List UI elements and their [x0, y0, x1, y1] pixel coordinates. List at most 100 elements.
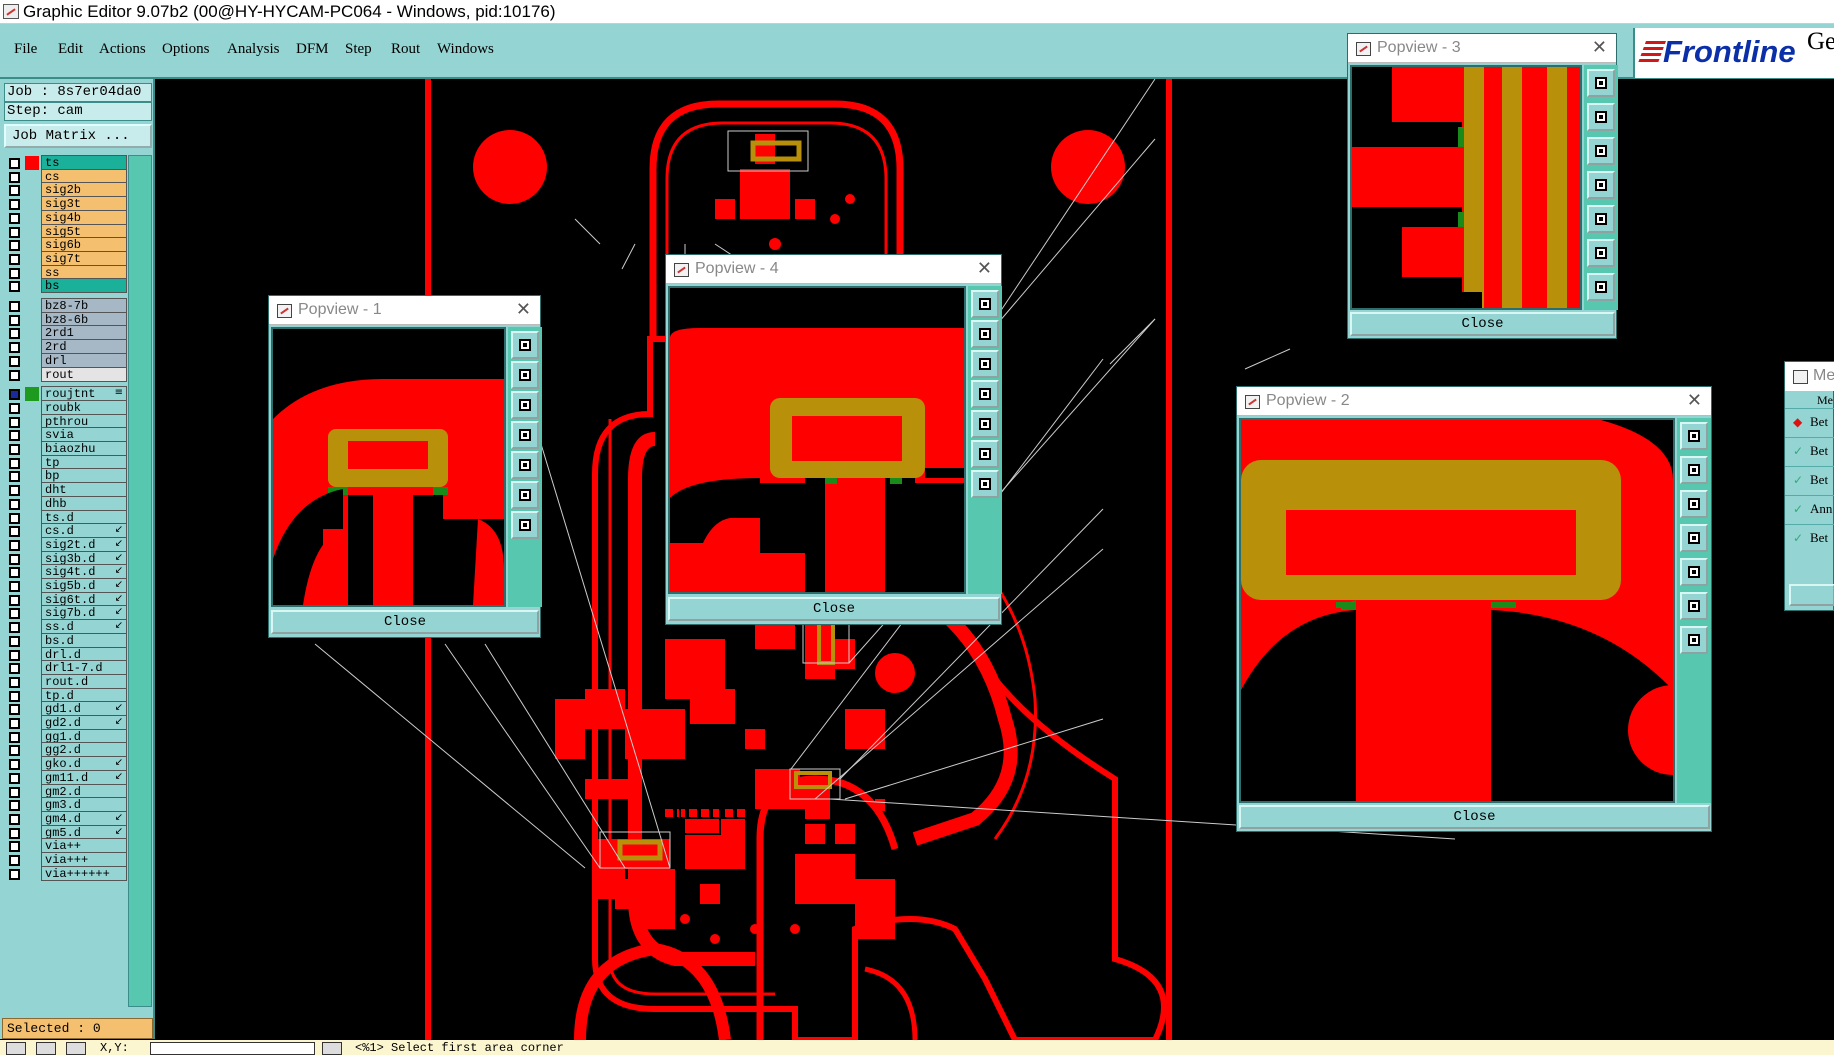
zoom-fit-icon[interactable] [1587, 69, 1615, 97]
zoom-fit-icon[interactable] [971, 290, 999, 318]
popview-4-view[interactable] [668, 286, 966, 594]
layer-checkbox[interactable] [9, 444, 20, 455]
pan-left-icon[interactable] [1587, 171, 1615, 199]
popview-3-close-icon[interactable]: ✕ [1592, 37, 1607, 58]
layer-checkbox[interactable] [9, 253, 20, 265]
pan-right-icon[interactable] [1587, 205, 1615, 233]
layer-checkbox[interactable] [9, 240, 20, 252]
layer-checkbox[interactable] [9, 759, 20, 771]
popview-4-close-button[interactable]: Close [668, 597, 1000, 621]
pan-up-icon[interactable] [1680, 456, 1708, 484]
menu-file[interactable]: File [14, 41, 37, 58]
layer-checkbox[interactable] [9, 581, 20, 592]
layer-checkbox[interactable] [9, 526, 20, 538]
status-button-2[interactable] [36, 1042, 56, 1055]
menu-windows[interactable]: Windows [437, 41, 494, 58]
layer-name[interactable]: via++++++ [41, 865, 127, 881]
zoom-out-icon[interactable] [971, 470, 999, 498]
popview-3-close-button[interactable]: Close [1350, 312, 1615, 336]
layer-checkbox[interactable] [9, 281, 20, 293]
pan-down-icon[interactable] [1587, 137, 1615, 165]
layer-row[interactable]: bs [4, 278, 128, 294]
measure-item[interactable]: ◆ Bet [1785, 408, 1834, 434]
layer-row[interactable]: rout [4, 366, 128, 383]
layer-checkbox[interactable] [9, 457, 20, 469]
layer-checkbox[interactable] [9, 553, 20, 565]
pan-up-icon[interactable] [971, 320, 999, 348]
popview-4-titlebar[interactable]: Popview - 4 ✕ [666, 255, 1001, 284]
pan-right-icon[interactable] [971, 410, 999, 438]
zoom-out-icon[interactable] [1680, 626, 1708, 654]
pan-right-icon[interactable] [1680, 558, 1708, 586]
layer-checkbox[interactable] [9, 772, 20, 784]
popview-1-view[interactable] [271, 327, 506, 607]
pan-up-icon[interactable] [511, 361, 539, 389]
status-button-4[interactable] [322, 1042, 342, 1055]
pan-left-icon[interactable] [1680, 524, 1708, 552]
layer-checkbox[interactable] [9, 471, 20, 483]
layer-checkbox[interactable] [9, 690, 20, 702]
layer-checkbox[interactable] [9, 171, 20, 183]
layer-checkbox[interactable] [9, 704, 20, 716]
layer-checkbox[interactable] [9, 841, 20, 853]
layer-checkbox[interactable] [9, 622, 20, 634]
layer-checkbox[interactable] [9, 369, 20, 381]
layer-name[interactable]: rout [41, 366, 127, 382]
layer-checkbox[interactable] [9, 827, 20, 839]
layer-name[interactable]: bs [41, 278, 127, 294]
popview-1-titlebar[interactable]: Popview - 1 ✕ [269, 296, 540, 325]
zoom-fit-icon[interactable] [511, 331, 539, 359]
layer-checkbox[interactable] [9, 389, 20, 401]
measure-item[interactable]: ✓ Ann [1785, 495, 1834, 521]
popview-1-close-button[interactable]: Close [271, 610, 539, 634]
layer-checkbox[interactable] [9, 718, 20, 729]
zoom-in-icon[interactable] [511, 481, 539, 509]
coord-input[interactable] [150, 1042, 315, 1055]
layer-checkbox[interactable] [9, 267, 20, 279]
popview-2-close-icon[interactable]: ✕ [1687, 390, 1702, 411]
layer-checkbox[interactable] [9, 498, 20, 510]
layer-row[interactable]: via++++++ [4, 865, 128, 882]
layer-checkbox[interactable] [9, 342, 20, 354]
layer-checkbox[interactable] [9, 649, 20, 661]
layer-checkbox[interactable] [9, 314, 20, 326]
menu-rout[interactable]: Rout [391, 41, 420, 58]
layer-checkbox[interactable] [9, 226, 20, 238]
layer-checkbox[interactable] [9, 301, 20, 312]
layer-checkbox[interactable] [9, 800, 20, 812]
measure-item[interactable]: ✓ Bet [1785, 466, 1834, 492]
layer-checkbox[interactable] [9, 731, 20, 743]
layer-checkbox[interactable] [9, 813, 20, 825]
zoom-out-icon[interactable] [1587, 273, 1615, 301]
layer-checkbox[interactable] [9, 158, 20, 169]
layer-checkbox[interactable] [9, 608, 20, 620]
popview-2-view[interactable] [1239, 418, 1675, 803]
layer-checkbox[interactable] [9, 416, 20, 428]
pan-down-icon[interactable] [1680, 490, 1708, 518]
job-matrix-button[interactable]: Job Matrix ... [4, 124, 152, 148]
zoom-out-icon[interactable] [511, 511, 539, 539]
layer-checkbox[interactable] [9, 745, 20, 757]
popview-3-view[interactable] [1350, 65, 1582, 310]
pan-left-icon[interactable] [971, 380, 999, 408]
menu-step[interactable]: Step [345, 41, 372, 58]
popview-4-close-icon[interactable]: ✕ [977, 258, 992, 279]
measure-panel-button[interactable] [1789, 584, 1834, 606]
layer-checkbox[interactable] [9, 539, 20, 551]
measure-item[interactable]: ✓ Bet [1785, 524, 1834, 550]
menu-dfm[interactable]: DFM [296, 41, 329, 58]
menu-options[interactable]: Options [162, 41, 210, 58]
menu-analysis[interactable]: Analysis [227, 41, 280, 58]
pan-down-icon[interactable] [971, 350, 999, 378]
layer-checkbox[interactable] [9, 430, 20, 442]
layer-checkbox[interactable] [9, 402, 20, 414]
layer-checkbox[interactable] [9, 676, 20, 688]
popview-2-close-button[interactable]: Close [1239, 805, 1710, 829]
layer-checkbox[interactable] [9, 199, 20, 211]
layer-checkbox[interactable] [9, 185, 20, 197]
layer-checkbox[interactable] [9, 328, 20, 340]
status-button-1[interactable] [6, 1042, 26, 1055]
layer-checkbox[interactable] [9, 567, 20, 579]
layer-checkbox[interactable] [9, 868, 20, 880]
menu-actions[interactable]: Actions [99, 41, 146, 58]
